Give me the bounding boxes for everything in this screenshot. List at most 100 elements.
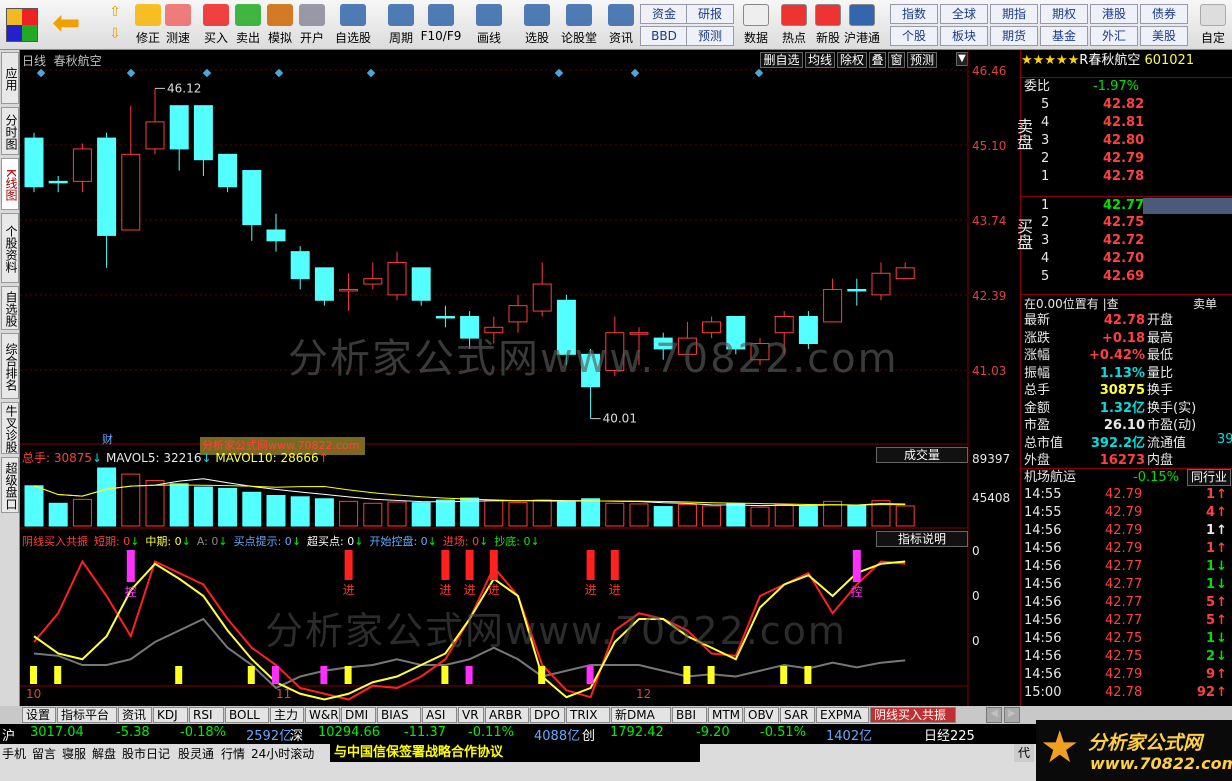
market-button-2[interactable]: 期指 (990, 4, 1038, 24)
indicator-tab-16[interactable]: BBI (672, 707, 707, 723)
event-marker[interactable] (202, 68, 212, 78)
custom-button[interactable]: 自定 (1196, 3, 1230, 47)
toolbar-button-3[interactable]: 卖出 (232, 3, 264, 47)
market-button-4[interactable]: 港股 (1090, 4, 1138, 24)
indicator-tab-7[interactable]: W&R (305, 707, 340, 723)
toolbar-small-button-2[interactable]: BBD (640, 26, 688, 46)
candle[interactable] (266, 213, 286, 252)
indicator-tab-18[interactable]: OBV (744, 707, 779, 723)
app-logo-icon[interactable] (6, 8, 38, 42)
menu-item-3[interactable]: 解盘 (92, 745, 116, 762)
toolbar-button-4[interactable]: 模拟 (264, 3, 296, 47)
indicator-tab-21[interactable]: 阴线买入共振 (870, 707, 956, 723)
scroll-left-arrow[interactable]: ◀ (986, 707, 1002, 723)
market-button-0[interactable]: 指数 (890, 4, 938, 24)
indicator-tab-17[interactable]: MTM (708, 707, 743, 723)
indicator-tab-3[interactable]: KDJ (153, 707, 188, 723)
nikkei-label[interactable]: 日经225 (924, 725, 975, 744)
candle[interactable] (193, 105, 213, 176)
candle[interactable] (72, 143, 92, 193)
candle[interactable] (48, 175, 68, 193)
toolbar-small-button-0[interactable]: 资金 (640, 4, 688, 24)
candle[interactable] (242, 170, 262, 241)
left-tab-3[interactable]: 个股资料 (1, 213, 19, 283)
indicator-tab-19[interactable]: SAR (780, 707, 815, 723)
buy-row[interactable]: 5 42.69 (1021, 268, 1232, 286)
indicator-tab-6[interactable]: 主力 (270, 707, 304, 723)
event-marker[interactable] (36, 68, 46, 78)
indicator-tab-4[interactable]: RSI (189, 707, 224, 723)
toolbar-button-1[interactable]: 测速 (162, 3, 194, 47)
toolbar-button-0[interactable]: 修正 (132, 3, 164, 47)
buy-row[interactable]: 3 42.72 (1021, 232, 1232, 250)
market-button-3[interactable]: 期权 (1040, 4, 1088, 24)
toolbar-button-6[interactable]: 自选股 (330, 3, 376, 47)
indicator-tab-11[interactable]: VR (458, 707, 484, 723)
indicator-help-button[interactable]: 指标说明 (876, 531, 968, 547)
indicator-tab-12[interactable]: ARBR (485, 707, 529, 723)
left-tab-4[interactable]: 自选股 (1, 286, 19, 330)
candle[interactable] (97, 132, 117, 268)
indicator-tab-10[interactable]: ASI (422, 707, 457, 723)
sell-row[interactable]: 3 42.80 (1021, 132, 1232, 150)
sell-row[interactable]: 1 42.78 (1021, 168, 1232, 186)
candle[interactable] (314, 267, 334, 306)
candle[interactable] (145, 88, 165, 155)
candle[interactable] (871, 262, 891, 301)
down-arrow-icon[interactable]: ⇩ (104, 26, 126, 44)
left-tab-2[interactable]: K线图 (1, 158, 19, 210)
candle[interactable] (847, 278, 867, 306)
index-name[interactable]: 创 (582, 725, 595, 744)
indicator-tab-8[interactable]: DMI (341, 707, 376, 723)
sell-row[interactable]: 2 42.79 (1021, 150, 1232, 168)
left-tab-6[interactable]: 牛叉诊股 (1, 402, 19, 454)
toolbar-more-3[interactable]: 沪港通 (842, 3, 882, 47)
indicator-tab-15[interactable]: 新DMA (611, 707, 671, 723)
event-marker[interactable] (366, 68, 376, 78)
back-arrow-icon[interactable]: ⬅ (52, 6, 88, 44)
toolbar-button-5[interactable]: 开户 (296, 3, 328, 47)
kline-chart-area[interactable]: 日线 春秋航空 删自选 均线 除权叠窗预测 ▼ 46.12 40.01 进进进进进进控控… (20, 50, 1020, 706)
toolbar-button-10[interactable]: 选股 (514, 3, 560, 47)
market-button-7[interactable]: 板块 (940, 26, 988, 46)
candle[interactable] (895, 262, 915, 280)
buy-row[interactable]: 4 42.70 (1021, 250, 1232, 268)
market-button-6[interactable]: 个股 (890, 26, 938, 46)
volume-button[interactable]: 成交量 (876, 447, 968, 463)
menu-item-7[interactable]: 24小时滚动 (251, 745, 314, 762)
candle[interactable] (532, 262, 552, 317)
scroll-right-arrow[interactable]: ▶ (1004, 707, 1020, 723)
candle[interactable] (363, 262, 383, 290)
index-name[interactable]: 沪 (2, 725, 15, 744)
candle[interactable] (290, 246, 310, 290)
same-industry-button[interactable]: 同行业 (1187, 469, 1231, 486)
left-tab-7[interactable]: 超级盘口 (1, 457, 19, 513)
menu-item-2[interactable]: 寝服 (62, 745, 86, 762)
menu-item-4[interactable]: 股市日记 (122, 745, 170, 762)
candle[interactable] (435, 305, 455, 328)
market-button-9[interactable]: 基金 (1040, 26, 1088, 46)
news-ticker[interactable]: 与中国信保签署战略合作协议 (330, 744, 700, 762)
toolbar-button-8[interactable]: F10/F9 (418, 3, 464, 47)
indicator-tab-13[interactable]: DPO (530, 707, 565, 723)
market-button-11[interactable]: 美股 (1140, 26, 1188, 46)
candle[interactable] (169, 105, 189, 171)
market-button-5[interactable]: 债券 (1140, 4, 1188, 24)
event-marker[interactable] (126, 68, 136, 78)
sell-row[interactable]: 4 42.81 (1021, 114, 1232, 132)
toolbar-small-button-1[interactable]: 研报 (686, 4, 734, 24)
indicator-tab-2[interactable]: 资讯 (118, 707, 152, 723)
toolbar-more-0[interactable]: 数据 (736, 3, 776, 47)
candle[interactable] (339, 273, 359, 312)
indicator-tab-0[interactable]: 设置 (22, 707, 56, 723)
indicator-tab-14[interactable]: TRIX (566, 707, 610, 723)
cai-marker[interactable]: 财 (102, 431, 113, 447)
toolbar-button-11[interactable]: 论股堂 (556, 3, 602, 47)
left-tab-5[interactable]: 综合排名 (1, 333, 19, 399)
indicator-tab-9[interactable]: BIAS (377, 707, 421, 723)
market-button-8[interactable]: 期货 (990, 26, 1038, 46)
menu-item-6[interactable]: 行情 (221, 745, 245, 762)
indicator-tab-1[interactable]: 指标平台 (57, 707, 117, 723)
candle[interactable] (24, 132, 44, 193)
index-name[interactable]: 深 (290, 725, 303, 744)
